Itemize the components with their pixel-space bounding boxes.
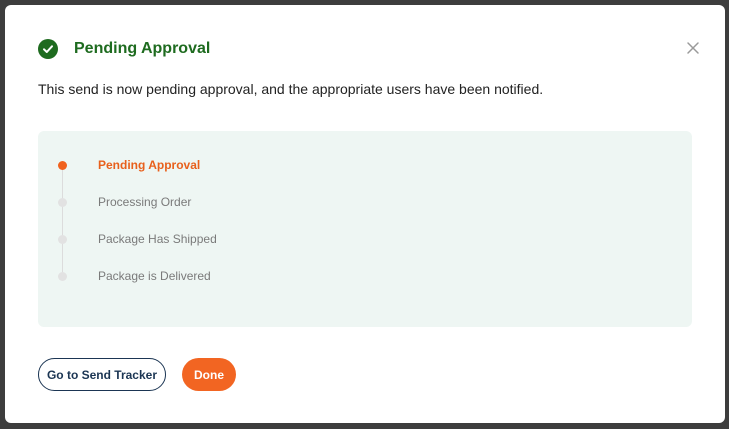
step-dot <box>58 234 67 244</box>
step-label: Processing Order <box>98 195 192 209</box>
dialog-message: This send is now pending approval, and t… <box>38 81 544 97</box>
step-dot <box>58 271 67 281</box>
step-dot <box>58 197 67 207</box>
check-circle-icon <box>38 39 58 59</box>
progress-track-line <box>62 165 63 276</box>
close-icon[interactable] <box>685 40 701 56</box>
pending-approval-dialog: Pending Approval This send is now pendin… <box>5 5 725 423</box>
dialog-title: Pending Approval <box>74 40 211 57</box>
step-active-dot <box>58 160 67 170</box>
done-button[interactable]: Done <box>182 358 236 391</box>
step-package-shipped: Package Has Shipped <box>58 231 217 247</box>
step-label: Pending Approval <box>98 158 201 172</box>
step-pending-approval: Pending Approval <box>58 157 200 173</box>
step-package-delivered: Package is Delivered <box>58 268 211 284</box>
progress-tracker: Pending Approval Processing Order Packag… <box>38 131 692 327</box>
dialog-header: Pending Approval <box>38 39 210 59</box>
step-label: Package is Delivered <box>98 269 211 283</box>
step-processing-order: Processing Order <box>58 194 191 210</box>
step-label: Package Has Shipped <box>98 232 217 246</box>
go-to-send-tracker-button[interactable]: Go to Send Tracker <box>38 358 166 391</box>
